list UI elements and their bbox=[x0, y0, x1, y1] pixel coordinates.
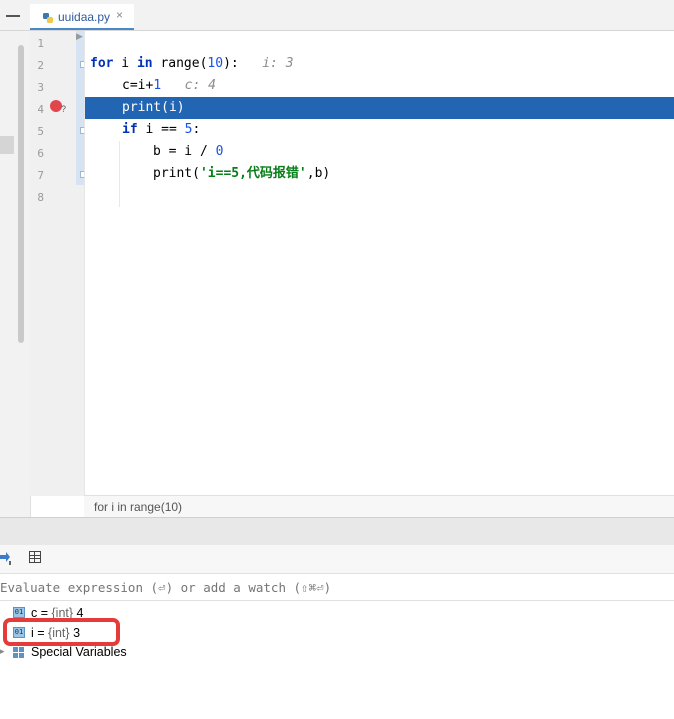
expand-arrow-icon[interactable]: ▸ bbox=[0, 646, 5, 657]
code-text: print(i) bbox=[122, 100, 185, 115]
left-tool-strip bbox=[0, 31, 31, 517]
line-number: 2 bbox=[37, 59, 44, 72]
collapse-icon[interactable] bbox=[6, 10, 20, 20]
line-number: 3 bbox=[37, 81, 44, 94]
string-literal: 'i==5,代码报错' bbox=[199, 166, 307, 181]
special-variables-icon bbox=[13, 647, 25, 659]
step-icon[interactable] bbox=[0, 551, 12, 565]
code-text: c=i+ bbox=[122, 78, 154, 93]
line-number: 7 bbox=[37, 169, 44, 182]
number-literal: 1 bbox=[153, 78, 162, 93]
code-text: i bbox=[113, 56, 137, 71]
code-text: ): bbox=[223, 56, 239, 71]
code-text: b = i / bbox=[153, 144, 216, 159]
code-text: i == bbox=[137, 122, 185, 137]
tab-file[interactable]: uuidaa.py × bbox=[30, 4, 134, 30]
code-line-6[interactable]: b = i / 0 bbox=[153, 141, 223, 163]
code-text: range( bbox=[152, 56, 208, 71]
left-strip-marker bbox=[0, 136, 14, 154]
line-number: 1 bbox=[37, 37, 44, 50]
table-icon[interactable] bbox=[29, 551, 41, 563]
breakpoint-question-icon: ? bbox=[61, 104, 67, 114]
annotation-highlight-box bbox=[3, 618, 120, 646]
fold-arrow-icon[interactable]: ▶ bbox=[76, 31, 83, 42]
scrollbar[interactable] bbox=[18, 45, 24, 343]
indent-guide bbox=[119, 141, 120, 207]
line-number: 8 bbox=[37, 191, 44, 204]
python-file-icon bbox=[42, 11, 54, 23]
code-line-2[interactable]: for i in range(10): i: 3 bbox=[90, 53, 294, 75]
breadcrumb-bar: for i in range(10) bbox=[84, 495, 674, 518]
keyword: if bbox=[122, 122, 138, 137]
code-text: ,b) bbox=[306, 166, 331, 181]
inline-debug-value: c: 4 bbox=[184, 78, 216, 93]
code-line-3[interactable]: c=i+1 c: 4 bbox=[122, 75, 216, 97]
line-number: 6 bbox=[37, 147, 44, 160]
close-icon[interactable]: × bbox=[116, 8, 123, 22]
editor-tab-bar: uuidaa.py × bbox=[0, 0, 674, 31]
number-literal: 10 bbox=[207, 56, 224, 71]
inline-debug-value: i: 3 bbox=[262, 56, 294, 71]
code-line-5[interactable]: if i == 5: bbox=[122, 119, 200, 141]
code-line-4[interactable]: print(i) bbox=[122, 97, 185, 119]
keyword: for bbox=[90, 56, 114, 71]
tab-file-label: uuidaa.py bbox=[58, 10, 111, 24]
code-line-7[interactable]: print('i==5,代码报错',b) bbox=[153, 163, 330, 185]
line-number: 4 bbox=[37, 103, 44, 116]
keyword: in bbox=[136, 56, 153, 71]
number-literal: 0 bbox=[215, 144, 224, 159]
line-number: 5 bbox=[37, 125, 44, 138]
variable-icon: 01 bbox=[13, 607, 25, 618]
breadcrumb[interactable]: for i in range(10) bbox=[94, 500, 182, 514]
panel-separator[interactable] bbox=[0, 517, 674, 546]
fold-region-marker bbox=[76, 31, 84, 185]
code-text: : bbox=[192, 122, 201, 137]
code-text: print( bbox=[153, 166, 200, 181]
evaluate-expression-input[interactable] bbox=[0, 574, 674, 601]
special-variables-label[interactable]: Special Variables bbox=[31, 645, 127, 659]
debugger-toolbar bbox=[0, 545, 674, 574]
